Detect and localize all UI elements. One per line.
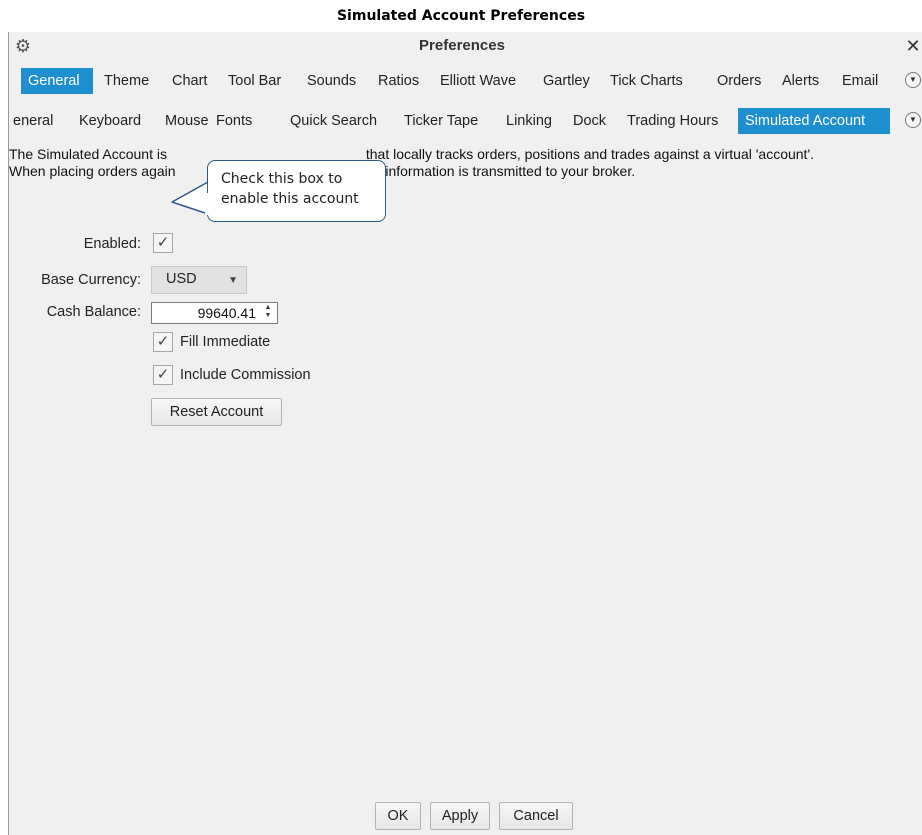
subtab-quick-search[interactable]: Quick Search xyxy=(283,108,384,134)
callout-line-1: Check this box to xyxy=(221,171,343,187)
tab-ratios[interactable]: Ratios xyxy=(371,68,426,94)
cash-balance-input[interactable] xyxy=(152,303,258,323)
base-currency-value: USD xyxy=(166,271,197,287)
top-tabs-overflow-icon[interactable]: ▼ xyxy=(905,72,921,88)
apply-button[interactable]: Apply xyxy=(430,802,490,830)
tab-sounds[interactable]: Sounds xyxy=(300,68,363,94)
dropdown-arrow-icon: ▼ xyxy=(228,275,238,286)
checkmark-icon: ✓ xyxy=(156,366,170,383)
window-title: Preferences xyxy=(419,37,505,54)
subtab-linking[interactable]: Linking xyxy=(499,108,559,134)
subtab-ticker-tape[interactable]: Ticker Tape xyxy=(397,108,485,134)
description-line-2: When placing orders again al information … xyxy=(9,163,636,179)
base-currency-select[interactable]: USD ▼ xyxy=(151,266,247,294)
tab-tick-charts[interactable]: Tick Charts xyxy=(603,68,690,94)
subtab-trading-hours[interactable]: Trading Hours xyxy=(620,108,725,134)
enabled-checkbox[interactable]: ✓ xyxy=(153,233,173,253)
subtab-simulated-account[interactable]: Simulated Account xyxy=(738,108,890,134)
fill-immediate-checkbox[interactable]: ✓ xyxy=(153,332,173,352)
ok-button[interactable]: OK xyxy=(375,802,421,830)
include-commission-checkbox[interactable]: ✓ xyxy=(153,365,173,385)
callout-tail-cover xyxy=(205,193,209,215)
cancel-button[interactable]: Cancel xyxy=(499,802,573,830)
fill-immediate-label: Fill Immediate xyxy=(180,334,271,350)
description: The Simulated Account is that locally tr… xyxy=(9,146,921,180)
tab-orders[interactable]: Orders xyxy=(710,68,768,94)
tab-elliott-wave[interactable]: Elliott Wave xyxy=(433,68,523,94)
reset-account-button[interactable]: Reset Account xyxy=(151,398,282,426)
subtab-mouse[interactable]: Mouse xyxy=(158,108,216,134)
tab-tool-bar[interactable]: Tool Bar xyxy=(221,68,288,94)
top-tab-bar: General Theme Chart Tool Bar Sounds Rati… xyxy=(9,68,922,96)
tab-chart[interactable]: Chart xyxy=(165,68,214,94)
tab-theme[interactable]: Theme xyxy=(97,68,156,94)
checkmark-icon: ✓ xyxy=(156,333,170,350)
tab-gartley[interactable]: Gartley xyxy=(536,68,597,94)
tab-alerts[interactable]: Alerts xyxy=(775,68,826,94)
tab-general[interactable]: General xyxy=(21,68,93,94)
preferences-window: ⚙ Preferences ✕ General Theme Chart Tool… xyxy=(8,32,922,835)
enabled-label: Enabled: xyxy=(83,236,141,252)
document-title: Simulated Account Preferences xyxy=(336,8,586,24)
subtab-fonts[interactable]: Fonts xyxy=(209,108,259,134)
subtab-dock[interactable]: Dock xyxy=(566,108,613,134)
simulated-account-panel: The Simulated Account is that locally tr… xyxy=(9,146,922,806)
include-commission-label: Include Commission xyxy=(180,367,311,383)
spinner-arrows-icon[interactable]: ▲ ▼ xyxy=(262,304,274,322)
subtab-keyboard[interactable]: Keyboard xyxy=(72,108,148,134)
checkmark-icon: ✓ xyxy=(156,234,170,251)
callout-line-2: enable this account xyxy=(221,191,359,207)
cash-balance-spinner[interactable]: ▲▼ xyxy=(151,302,278,324)
cash-balance-label: Cash Balance: xyxy=(46,304,141,320)
base-currency-label: Base Currency: xyxy=(41,272,141,288)
subtab-general[interactable]: eneral xyxy=(6,108,60,134)
close-icon[interactable]: ✕ xyxy=(903,34,922,58)
sub-tab-bar: eneral Keyboard Mouse Fonts Quick Search… xyxy=(9,108,922,136)
callout-pointer xyxy=(171,181,209,215)
tab-email[interactable]: Email xyxy=(835,68,885,94)
sub-tabs-overflow-icon[interactable]: ▼ xyxy=(905,112,921,128)
title-bar: ⚙ Preferences ✕ xyxy=(9,32,922,64)
description-line-1: The Simulated Account is that locally tr… xyxy=(9,146,815,162)
enable-account-callout: Check this box to enable this account xyxy=(207,160,386,222)
